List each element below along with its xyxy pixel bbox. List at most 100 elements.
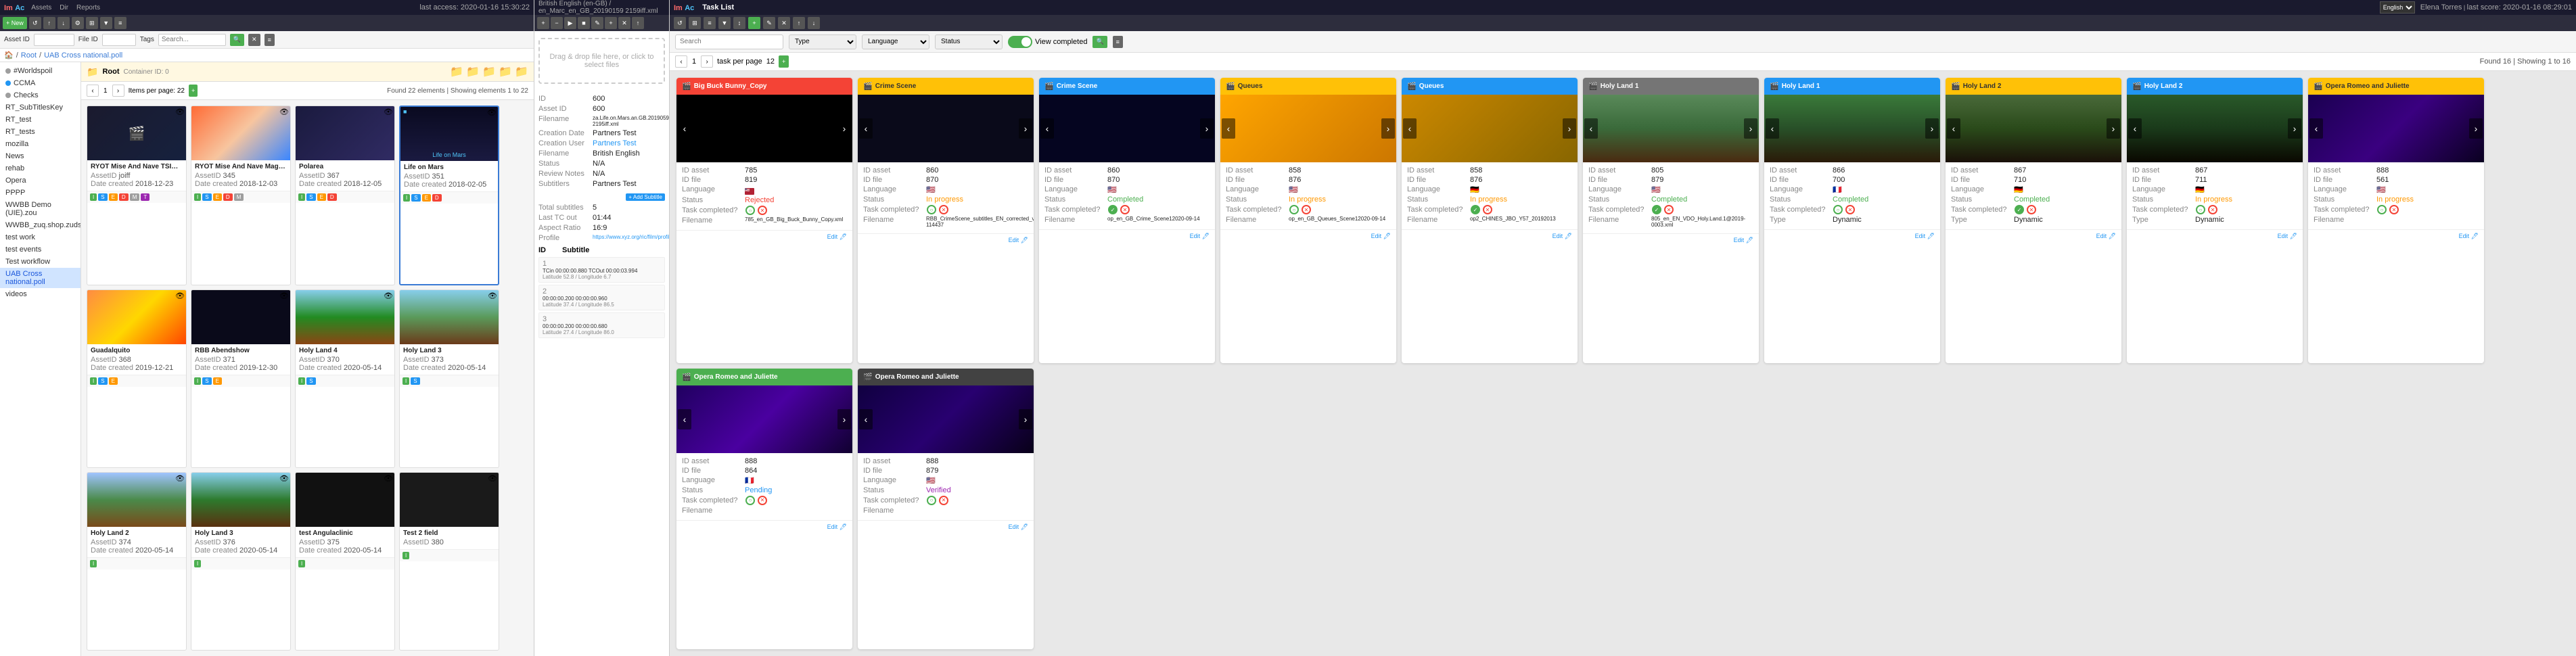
action-btn-2[interactable]: S — [202, 193, 211, 201]
sidebar-item-rt-sub[interactable]: RT_SubTitlesKey — [0, 101, 80, 114]
rt-columns-btn[interactable]: ≡ — [1113, 36, 1123, 48]
play-icon[interactable]: ▶ — [564, 17, 576, 29]
add-icon[interactable]: + — [605, 17, 617, 29]
folder-icon-set4[interactable]: 📁 — [499, 65, 512, 78]
edit-icon[interactable]: ✎ — [591, 17, 603, 29]
sidebar-item-test-events[interactable]: test events — [0, 243, 80, 256]
task-page-next[interactable]: › — [701, 55, 713, 68]
task-completed-circle[interactable]: ○ — [745, 496, 755, 505]
settings-icon[interactable]: ⚙ — [72, 17, 84, 29]
folder-icon-set5[interactable]: 📁 — [515, 65, 528, 78]
task-search-input[interactable] — [675, 34, 783, 49]
prev-btn[interactable]: ‹ — [1222, 118, 1235, 139]
task-completed-circle[interactable]: ○ — [927, 205, 936, 214]
page-next[interactable]: › — [112, 85, 124, 97]
action-btn-2[interactable]: S — [202, 377, 211, 385]
prev-btn[interactable]: ‹ — [1766, 118, 1779, 139]
prev-btn[interactable]: ‹ — [1584, 118, 1598, 139]
folder-icon-set2[interactable]: 📁 — [466, 65, 480, 78]
action-btn-2[interactable]: S — [98, 377, 107, 385]
add-asset-btn[interactable]: + — [189, 85, 198, 97]
sidebar-item-worldspoil[interactable]: #Worldspoil — [0, 65, 80, 77]
action-btn-1[interactable]: I — [298, 377, 305, 385]
task-completed-circle[interactable]: ○ — [1833, 205, 1843, 214]
task-completed-circle2[interactable]: ✕ — [1302, 205, 1311, 214]
columns-icon[interactable]: ≡ — [114, 17, 127, 29]
task-completed-circle2[interactable]: ✕ — [1120, 205, 1130, 214]
zoom-in-icon[interactable]: + — [537, 17, 549, 29]
action-btn-3[interactable]: E — [213, 193, 222, 201]
task-completed-circle[interactable]: ✓ — [2015, 205, 2024, 214]
eye-icon[interactable]: 👁 — [279, 292, 289, 300]
edit-link[interactable]: Edit 🖊 — [1190, 233, 1210, 240]
task-completed-circle2[interactable]: ✕ — [1483, 205, 1492, 214]
eye-icon[interactable]: 👁 — [488, 292, 497, 300]
sidebar-item-videos[interactable]: videos — [0, 288, 80, 300]
next-btn[interactable]: › — [1925, 118, 1939, 139]
task-completed-circle2[interactable]: ✕ — [939, 496, 948, 505]
language-filter-select[interactable]: Language — [862, 34, 929, 49]
sidebar-item-pppp[interactable]: PPPP — [0, 187, 80, 199]
rt-filter-icon[interactable]: ▼ — [718, 17, 731, 29]
advanced-btn[interactable]: ≡ — [264, 34, 275, 46]
task-completed-circle2[interactable]: ✕ — [2208, 205, 2217, 214]
status-select[interactable]: Status — [935, 34, 1003, 49]
rt-list-icon[interactable]: ≡ — [704, 17, 716, 29]
action-btn-1[interactable]: I — [194, 560, 201, 567]
prev-btn[interactable]: ‹ — [1403, 118, 1417, 139]
rt-sort-icon[interactable]: ↕ — [733, 17, 745, 29]
sidebar-item-checks[interactable]: Checks — [0, 89, 80, 101]
nav-assets[interactable]: Assets — [28, 3, 54, 13]
action-btn-2[interactable]: S — [98, 193, 107, 201]
rt-download-icon[interactable]: ↓ — [808, 17, 820, 29]
search-input[interactable] — [158, 34, 226, 46]
task-add-btn[interactable]: + — [779, 55, 789, 68]
prev-btn[interactable]: ‹ — [1040, 118, 1054, 139]
next-btn[interactable]: › — [837, 118, 851, 139]
prev-btn[interactable]: ‹ — [2128, 118, 2142, 139]
edit-link[interactable]: Edit 🖊 — [2278, 233, 2297, 240]
task-completed-circle2[interactable]: ✕ — [1664, 205, 1674, 214]
prev-btn[interactable]: ‹ — [2309, 118, 2323, 139]
download-icon[interactable]: ↓ — [58, 17, 70, 29]
action-btn-2[interactable]: S — [306, 193, 315, 201]
task-completed-circle[interactable]: ✓ — [1471, 205, 1480, 214]
action-btn-4[interactable]: D — [223, 193, 233, 201]
action-btn-3[interactable]: E — [422, 194, 431, 202]
refresh-icon[interactable]: ↺ — [29, 17, 41, 29]
eye-icon[interactable]: 👁 — [175, 475, 185, 483]
action-btn-6[interactable]: T — [141, 193, 150, 201]
search-btn[interactable]: 🔍 — [230, 34, 244, 46]
prev-btn[interactable]: ‹ — [678, 409, 691, 429]
edit-link[interactable]: Edit 🖊 — [827, 523, 847, 531]
edit-link[interactable]: Edit 🖊 — [2459, 233, 2479, 240]
rt-upload-icon[interactable]: ↑ — [793, 17, 805, 29]
sidebar-item-rt-tests[interactable]: RT_tests — [0, 126, 80, 138]
task-completed-circle2[interactable]: ✕ — [939, 205, 948, 214]
action-btn-4[interactable]: D — [119, 193, 129, 201]
action-btn-2[interactable]: S — [411, 194, 420, 202]
task-completed-circle2[interactable]: ✕ — [1845, 205, 1855, 214]
sidebar-item-wwbb-zuq[interactable]: WWBB_zuq.shop.zuds — [0, 219, 80, 231]
edit-link[interactable]: Edit 🖊 — [1734, 237, 1753, 244]
action-btn-1[interactable]: I — [90, 560, 97, 567]
eye-icon[interactable]: 👁 — [175, 292, 185, 300]
clear-btn[interactable]: ✕ — [248, 34, 260, 46]
sidebar-item-opera[interactable]: Opera — [0, 174, 80, 187]
eye-icon[interactable]: 👁 — [384, 475, 393, 483]
action-btn-1[interactable]: I — [403, 194, 410, 202]
action-btn-1[interactable]: I — [402, 552, 409, 559]
breadcrumb-current[interactable]: UAB Cross national.poll — [44, 51, 122, 60]
next-btn[interactable]: › — [2107, 118, 2120, 139]
page-prev[interactable]: ‹ — [87, 85, 99, 97]
action-btn-1[interactable]: I — [402, 377, 409, 385]
task-completed-circle[interactable]: ✓ — [1108, 205, 1118, 214]
next-btn[interactable]: › — [2469, 118, 2483, 139]
action-btn-3[interactable]: E — [213, 377, 222, 385]
action-btn-2[interactable]: S — [306, 377, 315, 385]
eye-icon[interactable]: 👁 — [488, 475, 497, 483]
action-btn-3[interactable]: E — [317, 193, 326, 201]
task-page-prev[interactable]: ‹ — [675, 55, 687, 68]
rt-grid-icon[interactable]: ⊞ — [689, 17, 701, 29]
action-btn-1[interactable]: I — [194, 193, 201, 201]
